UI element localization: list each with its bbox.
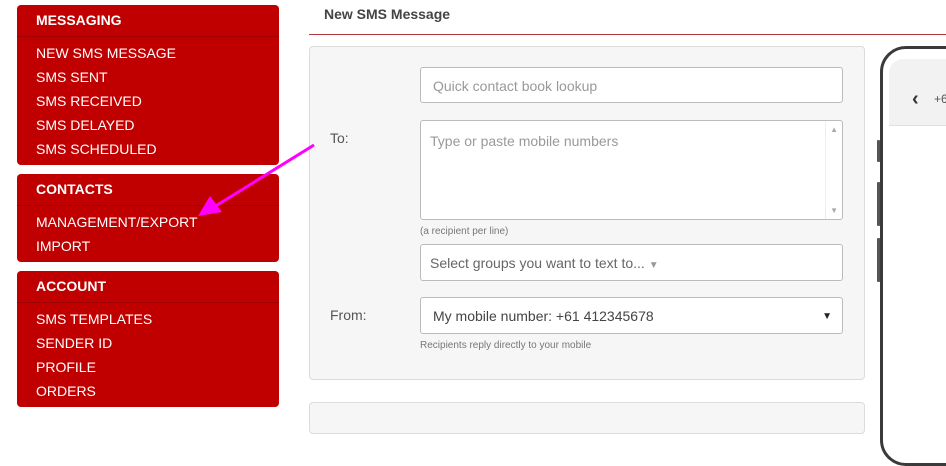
annotation-arrow-icon: [198, 143, 315, 216]
